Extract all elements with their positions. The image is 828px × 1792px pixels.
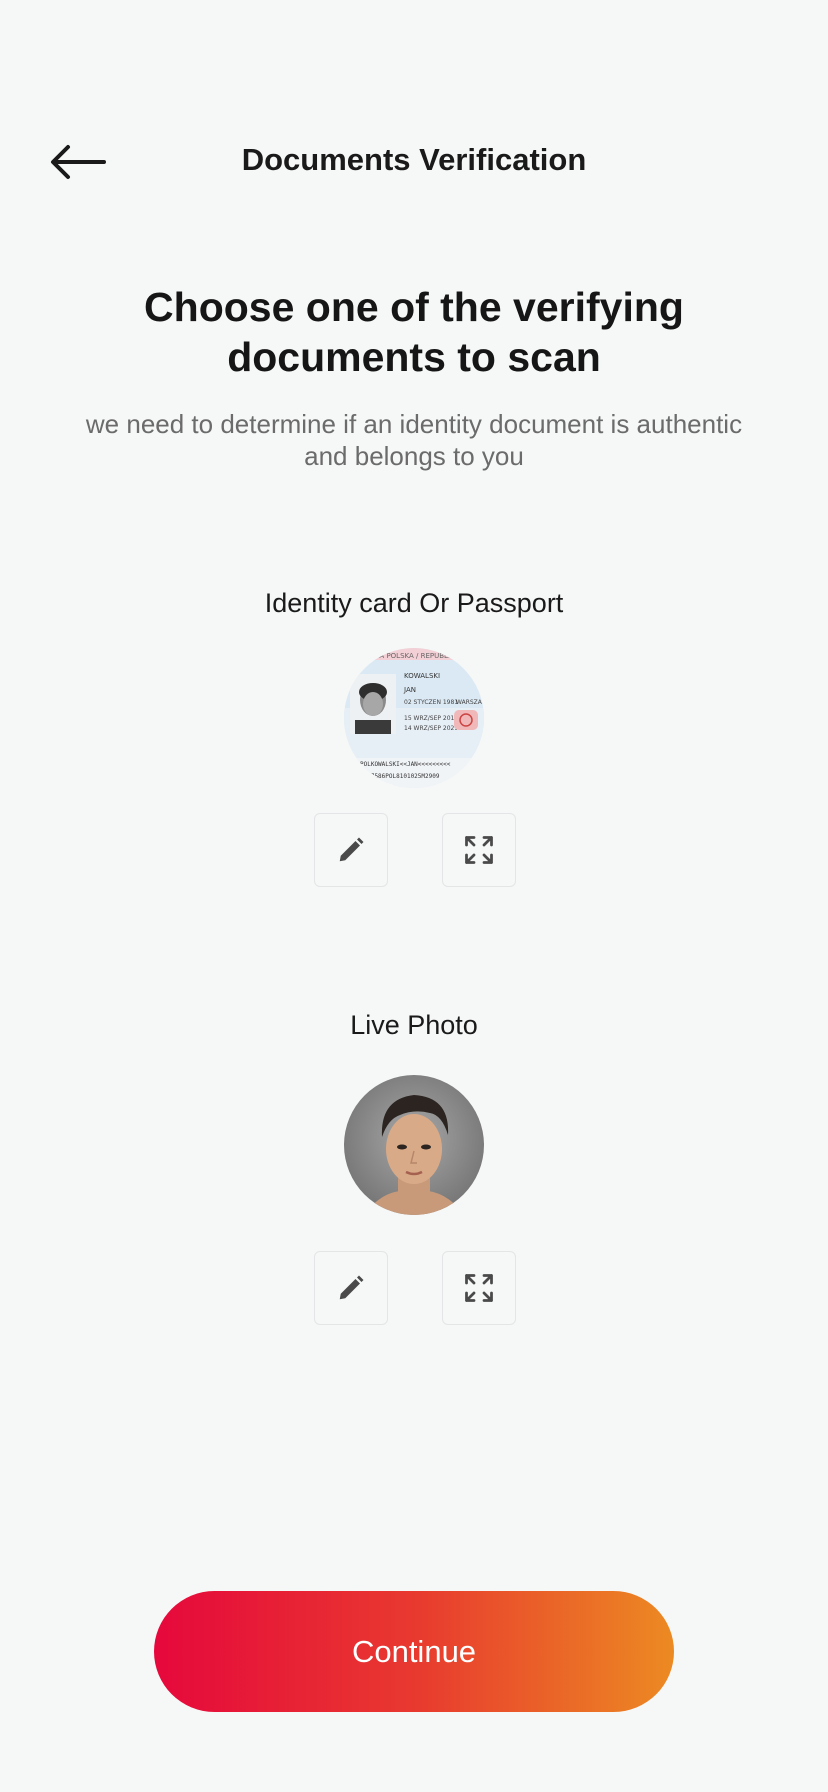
live-photo-expand-button[interactable] xyxy=(442,1251,516,1325)
id-card-expand-button[interactable] xyxy=(442,813,516,887)
id-card-section: Identity card Or Passport xyxy=(0,588,828,619)
page-title: Documents Verification xyxy=(241,142,587,177)
continue-label: Continue xyxy=(351,1633,477,1669)
continue-button[interactable]: Continue xyxy=(154,1591,674,1712)
pencil-icon xyxy=(339,1275,364,1300)
live-photo-actions xyxy=(314,1251,516,1325)
live-photo-section: Live Photo xyxy=(0,1010,828,1041)
app-header: Documents Verification xyxy=(0,120,828,202)
main-subtext: we need to determine if an identity docu… xyxy=(85,409,743,471)
live-photo-label: Live Photo xyxy=(350,1010,478,1040)
id-card-label: Identity card Or Passport xyxy=(264,588,564,618)
main-heading: Choose one of the verifying documents to… xyxy=(144,284,684,380)
id-card-photo[interactable]: POLITA POLSKA / REPUBLIC KOWALSKI JAN 02… xyxy=(344,648,484,788)
id-mrz-line1: POLKOWALSKI<<JAN<<<<<<<<< xyxy=(360,761,451,768)
live-photo-edit-button[interactable] xyxy=(314,1251,388,1325)
id-mrz-line2: 1217586POL8101025M2909 xyxy=(360,773,440,780)
id-issue-text: 15 WRZ/SEP 2019 xyxy=(404,715,458,722)
id-name-text: JAN xyxy=(403,686,416,694)
id-surname-text: KOWALSKI xyxy=(404,672,440,680)
id-birth-text: 02 STYCZEN 1981 xyxy=(404,699,458,706)
id-city-text: WARSZA xyxy=(456,699,483,706)
id-country-text: POLITA POLSKA / REPUBLIC xyxy=(360,652,455,660)
id-expiry-text: 14 WRZ/SEP 2029 xyxy=(404,725,458,732)
id-card-actions xyxy=(314,813,516,887)
pencil-icon xyxy=(339,837,364,862)
id-card-edit-button[interactable] xyxy=(314,813,388,887)
selfie-photo[interactable] xyxy=(344,1075,484,1215)
expand-icon xyxy=(465,836,493,864)
expand-icon xyxy=(465,1274,493,1302)
